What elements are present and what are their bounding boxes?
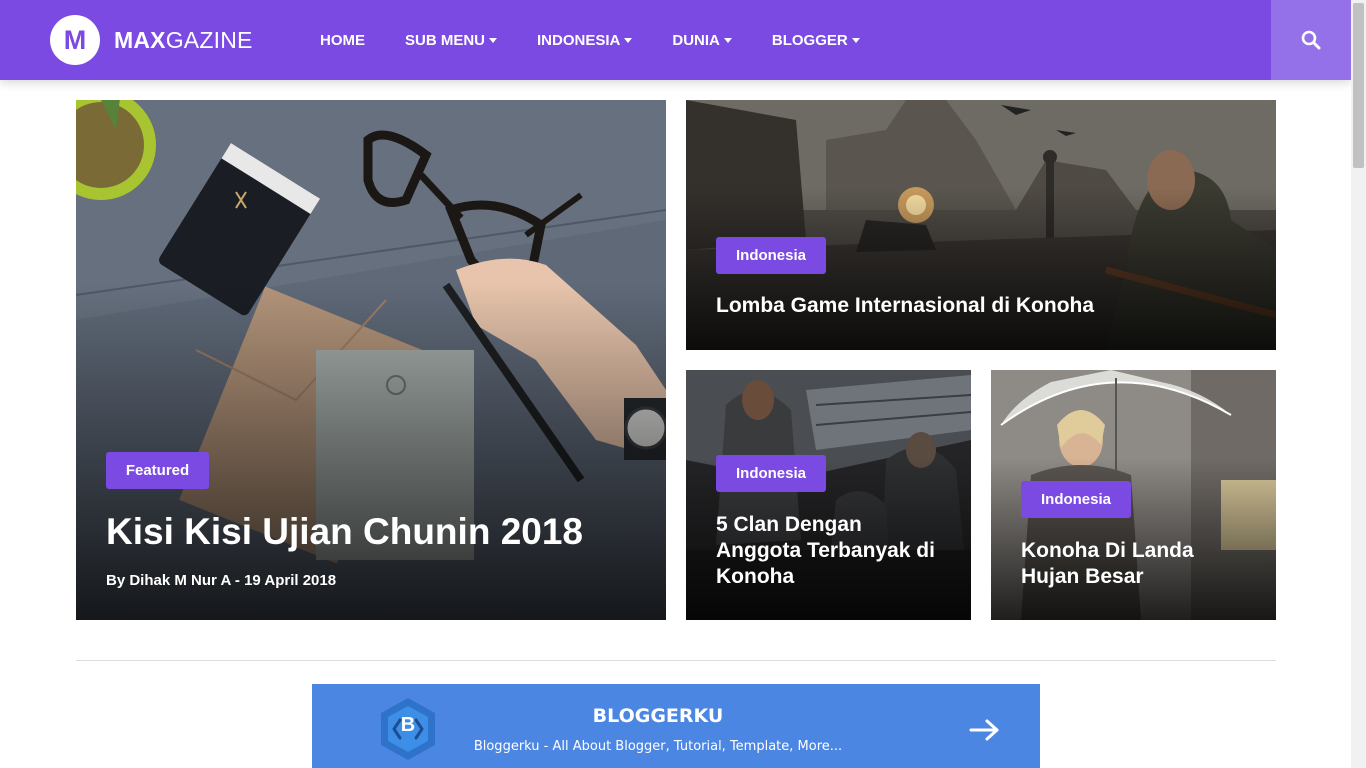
nav-item-dunia[interactable]: DUNIA [672,32,732,49]
category-badge[interactable]: Featured [106,452,209,489]
category-badge[interactable]: Indonesia [716,455,826,492]
caret-down-icon [624,37,633,43]
caret-down-icon [723,37,732,43]
section-divider [76,660,1276,661]
site-header: M MAXGAZINE HOME SUB MENU INDONESIA DUNI… [0,0,1351,80]
main-nav: HOME SUB MENU INDONESIA DUNIA BLOGGER [320,0,900,80]
nav-item-home[interactable]: HOME [320,32,365,49]
search-icon [1301,30,1321,50]
post-meta: By Dihak M Nur A - 19 April 2018 [106,572,337,589]
nav-label: HOME [320,31,365,49]
logo-text-rest: GAZINE [165,26,253,53]
nav-label: SUB MENU [405,31,486,49]
banner-title: BLOGGERKU [592,705,724,727]
bloggerku-banner[interactable]: B BLOGGERKU Bloggerku - All About Blogge… [312,684,1040,768]
logo-text-bold: MAX [114,26,166,53]
nav-label: BLOGGER [771,31,848,49]
category-badge[interactable]: Indonesia [716,237,826,274]
search-button[interactable] [1271,0,1351,80]
nav-label: INDONESIA [537,31,621,49]
caret-down-icon [489,37,498,43]
logo-text: MAXGAZINE [114,27,253,54]
nav-item-blogger[interactable]: BLOGGER [772,32,860,49]
nav-item-indonesia[interactable]: INDONESIA [537,31,633,49]
caret-down-icon [851,37,860,43]
nav-item-sub-menu[interactable]: SUB MENU [405,31,498,49]
banner-subtitle: Bloggerku - All About Blogger, Tutorial,… [473,739,843,754]
post-title[interactable]: Lomba Game Internasional di Konoha [716,293,1256,319]
post-title[interactable]: 5 Clan Dengan Anggota Terbanyak di Konoh… [716,512,946,590]
post-title[interactable]: Kisi Kisi Ujian Chunin 2018 [106,510,646,554]
scrollbar-thumb[interactable] [1353,3,1364,168]
post-title[interactable]: Konoha Di Landa Hujan Besar [1021,538,1251,590]
nav-label: DUNIA [672,31,720,49]
featured-post-top-right[interactable]: Indonesia Lomba Game Internasional di Ko… [686,100,1276,350]
featured-post-main[interactable]: Featured Kisi Kisi Ujian Chunin 2018 By … [76,100,666,620]
category-badge[interactable]: Indonesia [1021,481,1131,518]
site-logo[interactable]: M MAXGAZINE [50,15,253,65]
logo-badge: M [50,15,100,65]
featured-post-bottom-left[interactable]: Indonesia 5 Clan Dengan Anggota Terbanya… [686,370,971,620]
page-scrollbar[interactable] [1351,0,1366,768]
featured-post-bottom-right[interactable]: Indonesia Konoha Di Landa Hujan Besar [991,370,1276,620]
arrow-right-icon[interactable] [969,718,1001,742]
